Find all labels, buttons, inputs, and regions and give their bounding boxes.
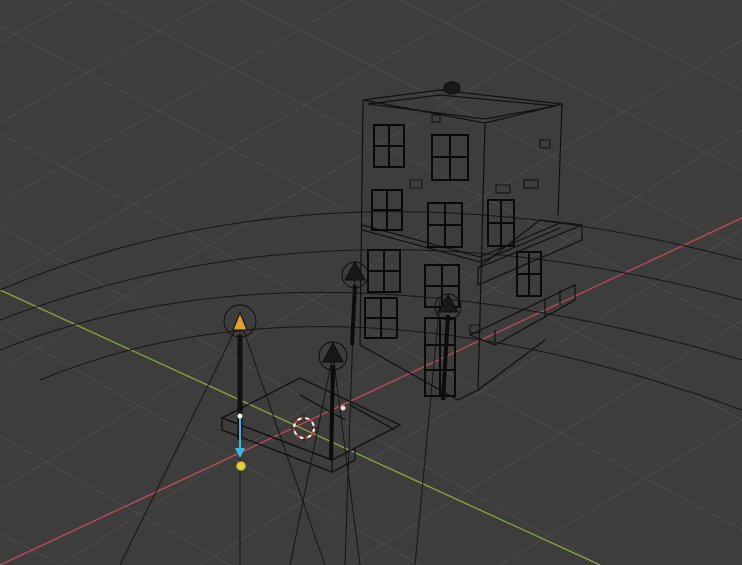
- roof-vent: [443, 81, 461, 95]
- light-target[interactable]: [236, 461, 246, 471]
- street-lamp-3: [434, 293, 462, 401]
- 3d-viewport[interactable]: [0, 0, 742, 565]
- spot-light-cone-icon: [232, 311, 248, 331]
- light-handle-dot: [237, 413, 243, 419]
- floor-grid: [0, 0, 742, 565]
- object-origin-dot[interactable]: [340, 405, 346, 411]
- light-range-arcs: [0, 211, 742, 411]
- light-cone-lines: [119, 269, 441, 565]
- y-axis-line: [0, 289, 601, 565]
- building-windows: [364, 124, 542, 397]
